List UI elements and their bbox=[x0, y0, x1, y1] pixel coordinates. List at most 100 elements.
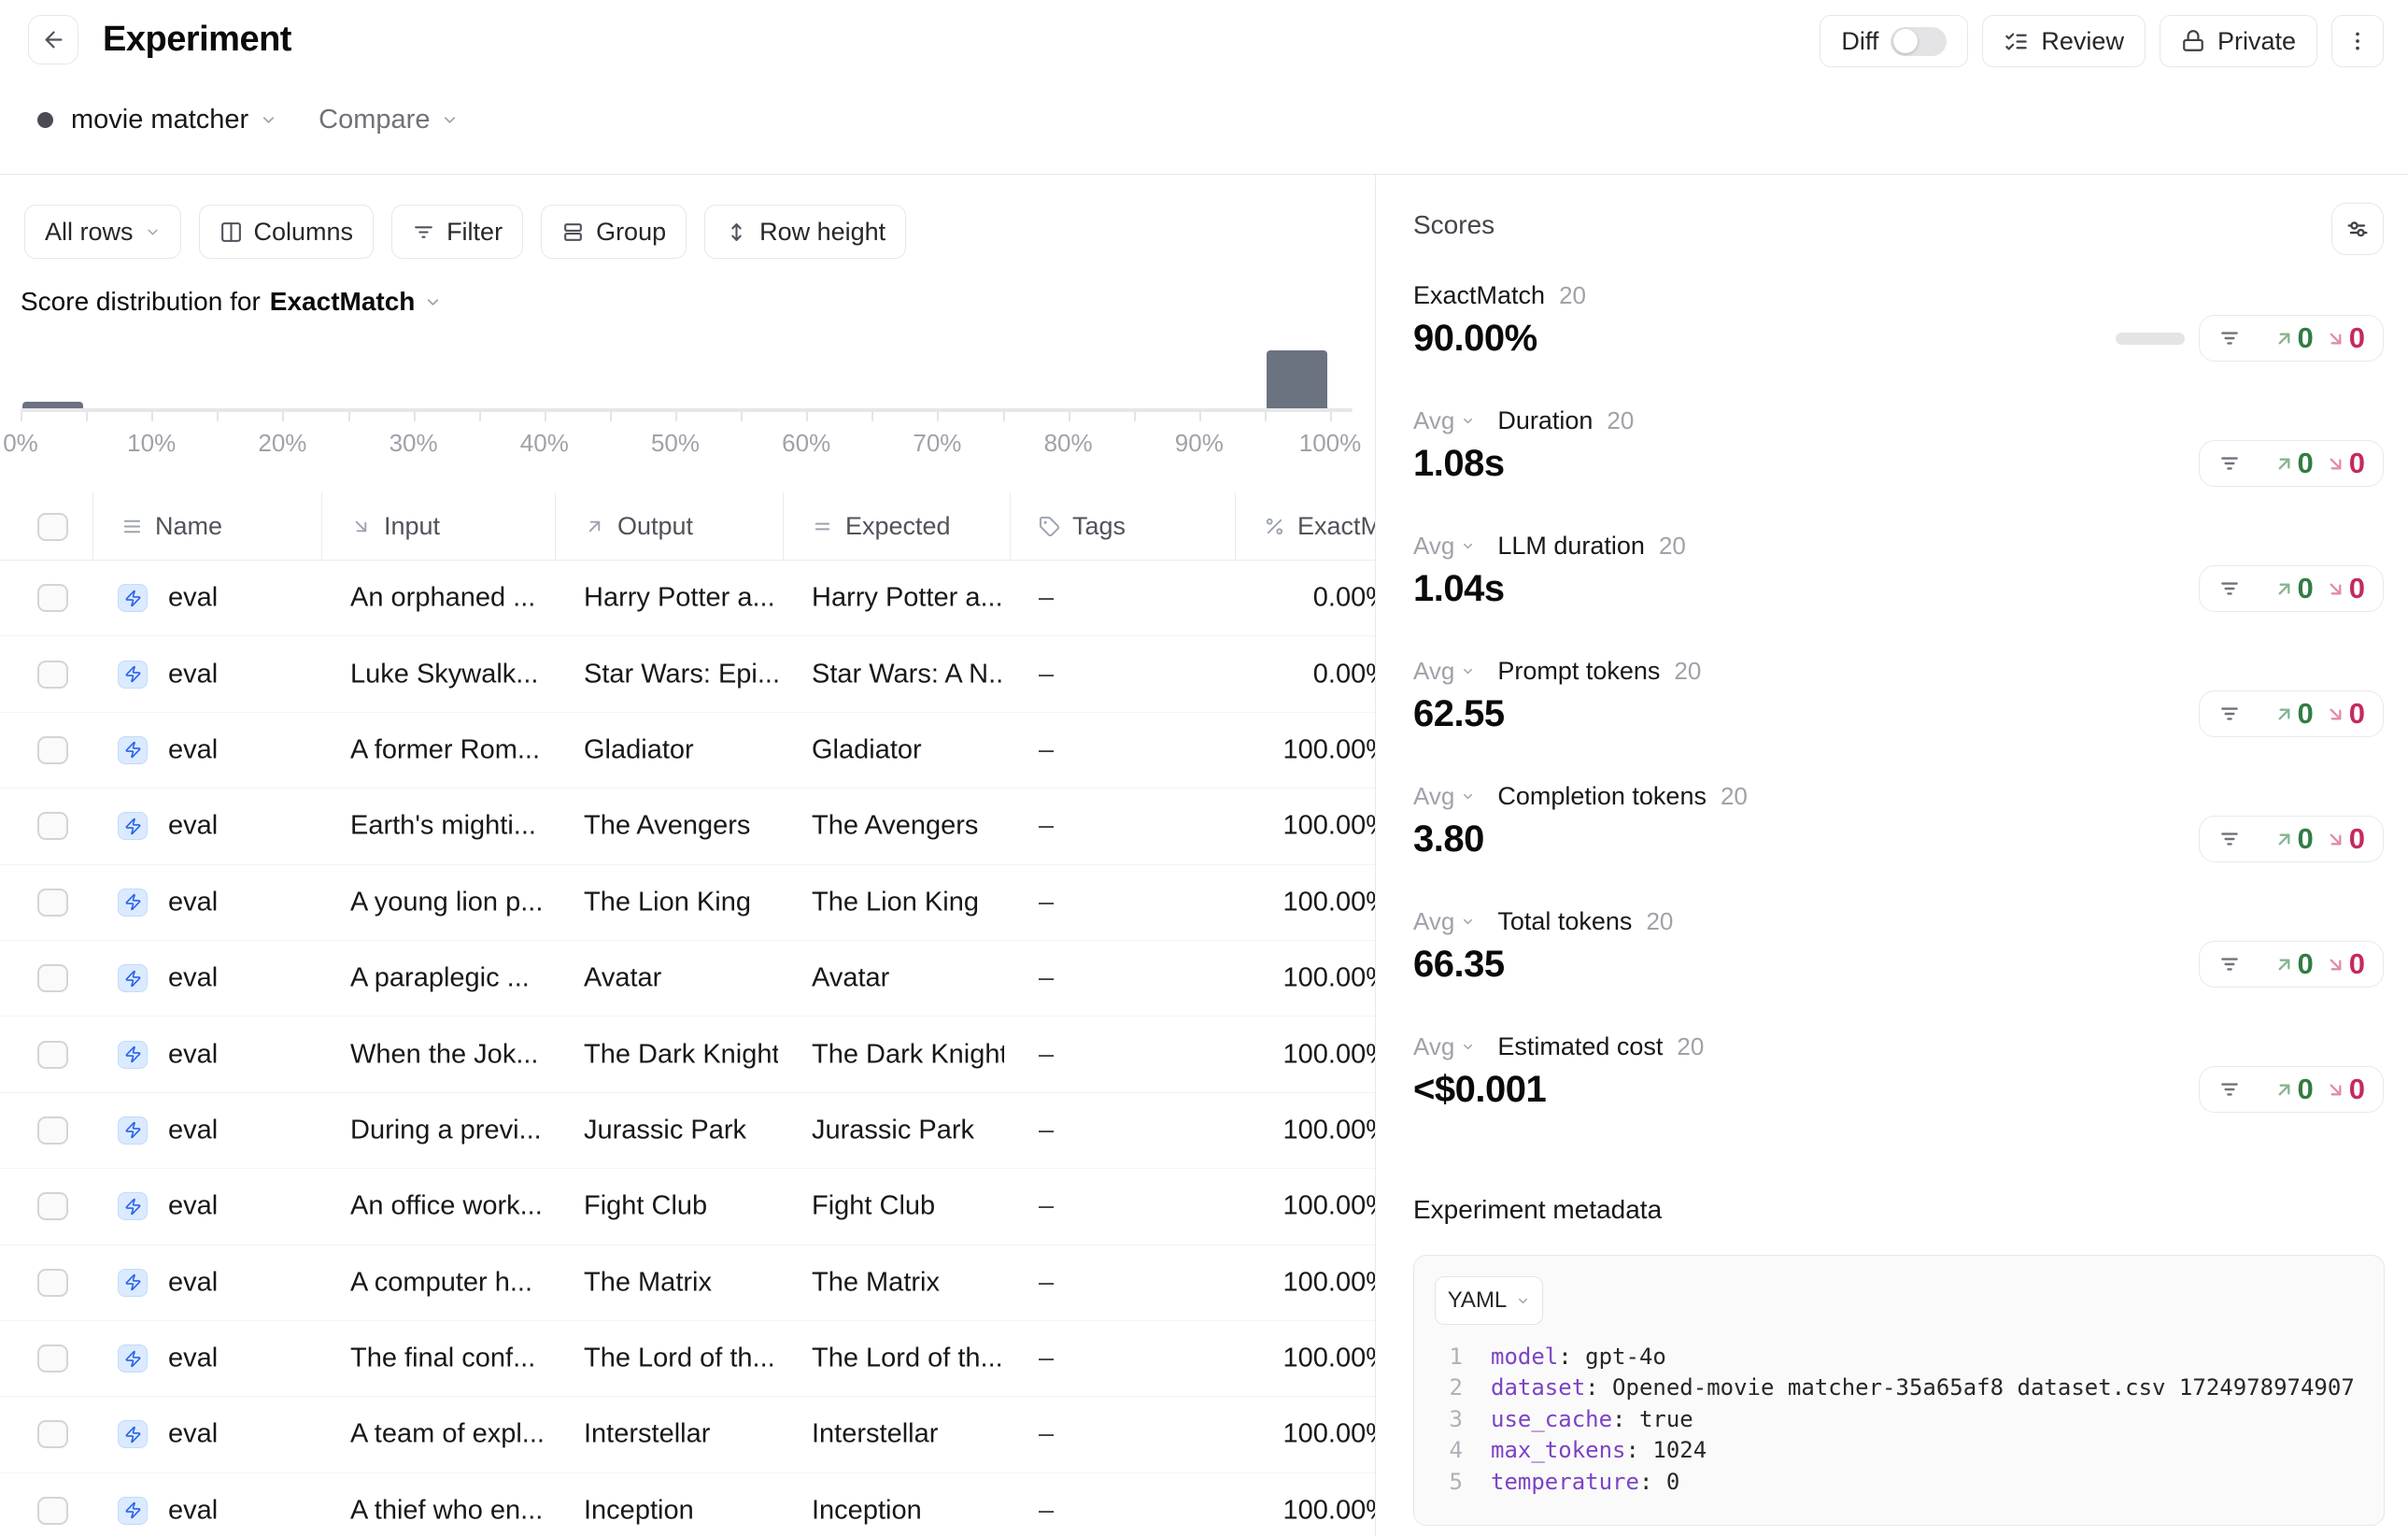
table-row[interactable]: eval Luke Skywalk... Star Wars: Epi... S… bbox=[0, 636, 1375, 712]
aggregation-selector[interactable]: Avg bbox=[1413, 657, 1475, 686]
row-checkbox[interactable] bbox=[37, 889, 68, 917]
row-checkbox[interactable] bbox=[37, 1420, 68, 1448]
row-score: 100.00% bbox=[1236, 1039, 1375, 1070]
axis-tick-label: 50% bbox=[651, 429, 700, 458]
row-checkbox[interactable] bbox=[37, 736, 68, 764]
table-row[interactable]: eval When the Jok... The Dark Knight The… bbox=[0, 1017, 1375, 1092]
chevron-down-icon bbox=[1461, 789, 1475, 804]
column-header-output[interactable]: Output bbox=[556, 492, 784, 561]
filter-lines-icon bbox=[2217, 451, 2242, 476]
table-row[interactable]: eval An office work... Fight Club Fight … bbox=[0, 1169, 1375, 1244]
table-row[interactable]: eval A team of expl... Interstellar Inte… bbox=[0, 1397, 1375, 1472]
filter-lines-icon bbox=[2217, 827, 2242, 851]
experiment-selector[interactable]: movie matcher bbox=[71, 105, 277, 135]
column-header-expected[interactable]: Expected bbox=[784, 492, 1011, 561]
table-row[interactable]: eval Earth's mighti... The Avengers The … bbox=[0, 789, 1375, 864]
table-row[interactable]: eval A computer h... The Matrix The Matr… bbox=[0, 1245, 1375, 1321]
table-row[interactable]: eval A thief who en... Inception Incepti… bbox=[0, 1473, 1375, 1536]
axis-tick bbox=[21, 412, 22, 421]
row-checkbox[interactable] bbox=[37, 1116, 68, 1145]
score-filter-pill[interactable]: 0 0 bbox=[2199, 315, 2385, 362]
axis-tick bbox=[414, 412, 416, 421]
select-all-checkbox[interactable] bbox=[37, 513, 68, 541]
row-score: 100.00% bbox=[1236, 963, 1375, 994]
column-header-tags[interactable]: Tags bbox=[1011, 492, 1236, 561]
row-expected: Avatar bbox=[812, 963, 889, 994]
arrow-up-right-icon bbox=[2273, 829, 2295, 850]
arrow-down-right-icon bbox=[2325, 704, 2346, 725]
aggregation-selector[interactable]: Avg bbox=[1413, 1032, 1475, 1061]
axis-tick-label: 30% bbox=[390, 429, 438, 458]
scores-settings-button[interactable] bbox=[2331, 203, 2384, 255]
score-filter-pill[interactable]: 0 0 bbox=[2199, 1066, 2385, 1113]
row-score: 0.00% bbox=[1236, 583, 1375, 614]
zap-icon bbox=[118, 812, 148, 840]
row-expected: The Lord of th... bbox=[812, 1344, 1003, 1374]
arrow-up-right-icon bbox=[2273, 328, 2295, 349]
column-header-name[interactable]: Name bbox=[93, 492, 322, 561]
chevron-down-icon bbox=[424, 293, 442, 311]
score-name: Prompt tokens bbox=[1497, 657, 1660, 686]
axis-tick bbox=[479, 412, 481, 421]
aggregation-selector[interactable]: Avg bbox=[1413, 907, 1475, 936]
review-button[interactable]: Review bbox=[1982, 15, 2146, 67]
aggregation-selector[interactable]: Avg bbox=[1413, 782, 1475, 811]
chevron-down-icon bbox=[260, 111, 277, 129]
columns-button[interactable]: Columns bbox=[199, 205, 375, 259]
zap-icon bbox=[118, 1041, 148, 1069]
metadata-format-selector[interactable]: YAML bbox=[1435, 1276, 1543, 1325]
code-line: 1model: gpt-4o bbox=[1435, 1341, 2363, 1372]
row-checkbox[interactable] bbox=[37, 812, 68, 840]
score-filter-pill[interactable]: 0 0 bbox=[2199, 941, 2385, 988]
more-menu-button[interactable] bbox=[2331, 15, 2384, 67]
table-row[interactable]: eval During a previ... Jurassic Park Jur… bbox=[0, 1093, 1375, 1169]
row-checkbox[interactable] bbox=[37, 1344, 68, 1372]
row-height-button[interactable]: Row height bbox=[704, 205, 906, 259]
code-line: 3use_cache: true bbox=[1435, 1403, 2363, 1435]
chart-ticks bbox=[21, 412, 1330, 421]
row-tags: – bbox=[1039, 1039, 1054, 1070]
row-input: An orphaned ... bbox=[350, 583, 535, 614]
score-distribution-selector[interactable]: Score distribution for ExactMatch bbox=[21, 287, 442, 317]
table-row[interactable]: eval A young lion p... The Lion King The… bbox=[0, 865, 1375, 941]
arrow-up-right-icon bbox=[2273, 954, 2295, 975]
column-header-input[interactable]: Input bbox=[322, 492, 556, 561]
row-checkbox[interactable] bbox=[37, 1497, 68, 1525]
table-row[interactable]: eval A paraplegic ... Avatar Avatar – 10… bbox=[0, 941, 1375, 1017]
zap-icon bbox=[118, 736, 148, 764]
column-header-exactmatch[interactable]: ExactM... bbox=[1236, 492, 1375, 561]
score-filter-pill[interactable]: 0 0 bbox=[2199, 565, 2385, 612]
row-checkbox[interactable] bbox=[37, 584, 68, 612]
row-checkbox[interactable] bbox=[37, 964, 68, 992]
aggregation-selector[interactable]: Avg bbox=[1413, 406, 1475, 435]
percent-icon bbox=[1264, 516, 1285, 537]
axis-tick-label: 100% bbox=[1299, 429, 1362, 458]
regressions-count: 0 bbox=[2325, 697, 2365, 731]
table-row[interactable]: eval An orphaned ... Harry Potter a... H… bbox=[0, 561, 1375, 636]
aggregation-selector[interactable]: Avg bbox=[1413, 532, 1475, 561]
score-filter-pill[interactable]: 0 0 bbox=[2199, 440, 2385, 487]
row-input: A young lion p... bbox=[350, 887, 543, 917]
row-checkbox[interactable] bbox=[37, 661, 68, 689]
diff-toggle-switch[interactable] bbox=[1891, 27, 1947, 56]
row-checkbox[interactable] bbox=[37, 1041, 68, 1069]
row-checkbox[interactable] bbox=[37, 1192, 68, 1220]
score-filter-pill[interactable]: 0 0 bbox=[2199, 690, 2385, 737]
group-button[interactable]: Group bbox=[541, 205, 687, 259]
diff-toggle-button[interactable]: Diff bbox=[1820, 15, 1968, 67]
private-button[interactable]: Private bbox=[2160, 15, 2317, 67]
score-filter-pill[interactable]: 0 0 bbox=[2199, 816, 2385, 862]
back-button[interactable] bbox=[28, 15, 78, 64]
row-expected: The Matrix bbox=[812, 1267, 940, 1298]
row-score: 0.00% bbox=[1236, 659, 1375, 690]
filter-button[interactable]: Filter bbox=[391, 205, 523, 259]
table-row[interactable]: eval A former Rom... Gladiator Gladiator… bbox=[0, 713, 1375, 789]
row-checkbox[interactable] bbox=[37, 1269, 68, 1297]
compare-selector[interactable]: Compare bbox=[319, 105, 459, 135]
row-input: During a previ... bbox=[350, 1115, 542, 1145]
row-name: eval bbox=[168, 1344, 218, 1374]
table-row[interactable]: eval The final conf... The Lord of th...… bbox=[0, 1321, 1375, 1397]
row-tags: – bbox=[1039, 1191, 1054, 1222]
all-rows-filter-button[interactable]: All rows bbox=[24, 205, 181, 259]
text-lines-icon bbox=[121, 516, 143, 537]
